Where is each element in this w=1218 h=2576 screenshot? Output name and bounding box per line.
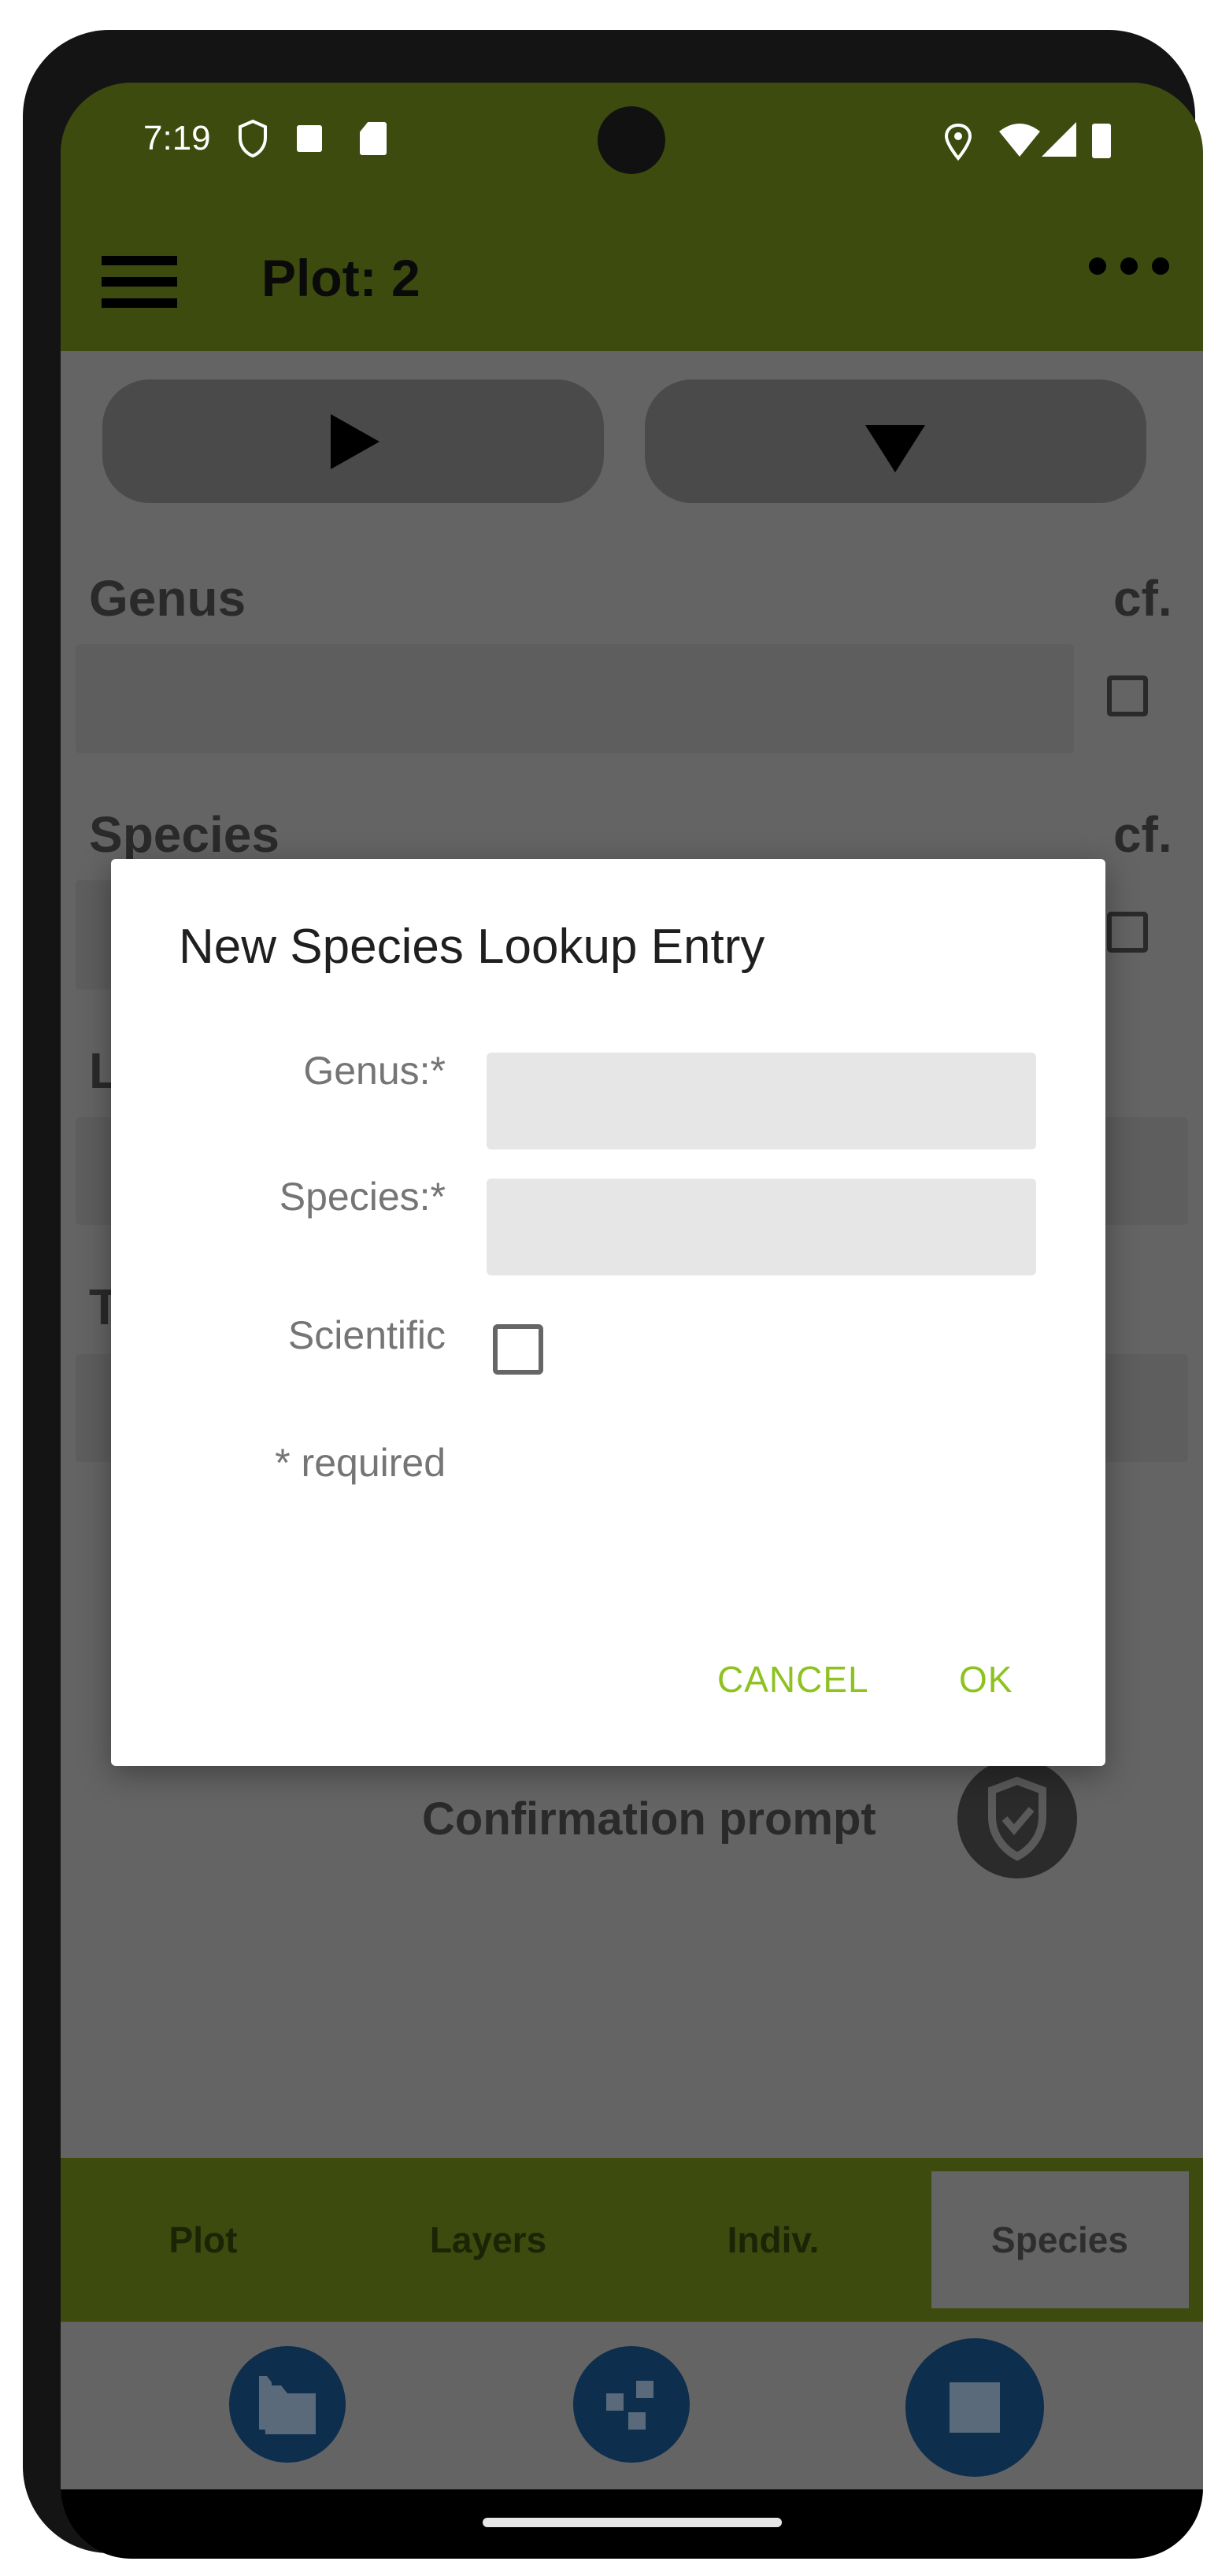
home-gesture-handle[interactable] <box>483 2518 782 2527</box>
stop-square-icon <box>950 2382 1000 2433</box>
sd-card-icon <box>360 122 387 155</box>
dialog-species-input[interactable] <box>487 1179 1036 1275</box>
shield-status-icon <box>239 119 267 158</box>
scientific-checkbox[interactable] <box>493 1324 543 1375</box>
folder-button[interactable] <box>229 2346 346 2463</box>
dialog-species-label: Species:* <box>279 1175 446 1219</box>
signal-icon <box>1042 122 1076 157</box>
stop-button[interactable] <box>905 2338 1044 2477</box>
accessibility-status-icon <box>297 125 322 152</box>
battery-icon <box>1092 124 1111 158</box>
overflow-menu-button[interactable] <box>1084 256 1187 295</box>
tab-bar: Plot Layers Indiv. Species <box>61 2158 1203 2322</box>
tab-plot[interactable]: Plot <box>61 2158 346 2322</box>
camera-cutout <box>598 106 665 174</box>
app-bar: 7:19 Plot: 2 <box>61 83 1203 351</box>
dialog-scientific-label: Scientific <box>287 1313 446 1357</box>
tab-individuals[interactable]: Indiv. <box>631 2158 916 2322</box>
more-dot-icon <box>1152 257 1169 275</box>
ok-button[interactable]: OK <box>959 1658 1013 1701</box>
location-icon <box>944 123 972 161</box>
tab-species[interactable]: Species <box>917 2158 1202 2322</box>
tab-layers[interactable]: Layers <box>346 2158 631 2322</box>
wifi-icon <box>999 124 1040 157</box>
hamburger-icon-bar <box>102 298 177 308</box>
scatter-squares-icon <box>606 2381 653 2430</box>
page-title: Plot: 2 <box>261 249 420 307</box>
grid-button[interactable] <box>573 2346 690 2463</box>
menu-button[interactable] <box>92 240 187 319</box>
dialog-title: New Species Lookup Entry <box>179 920 765 974</box>
status-time: 7:19 <box>143 119 211 157</box>
hamburger-icon-bar <box>102 256 177 265</box>
folder-icon <box>256 2376 316 2434</box>
more-dot-icon <box>1089 257 1106 275</box>
dialog-genus-label: Genus:* <box>303 1049 446 1093</box>
new-species-dialog: New Species Lookup Entry Genus:* Species… <box>111 859 1105 1766</box>
dialog-genus-input[interactable] <box>487 1053 1036 1149</box>
more-dot-icon <box>1120 257 1138 275</box>
cancel-button[interactable]: CANCEL <box>717 1658 869 1701</box>
hamburger-icon-bar <box>102 277 177 287</box>
required-note: * required <box>275 1441 446 1485</box>
